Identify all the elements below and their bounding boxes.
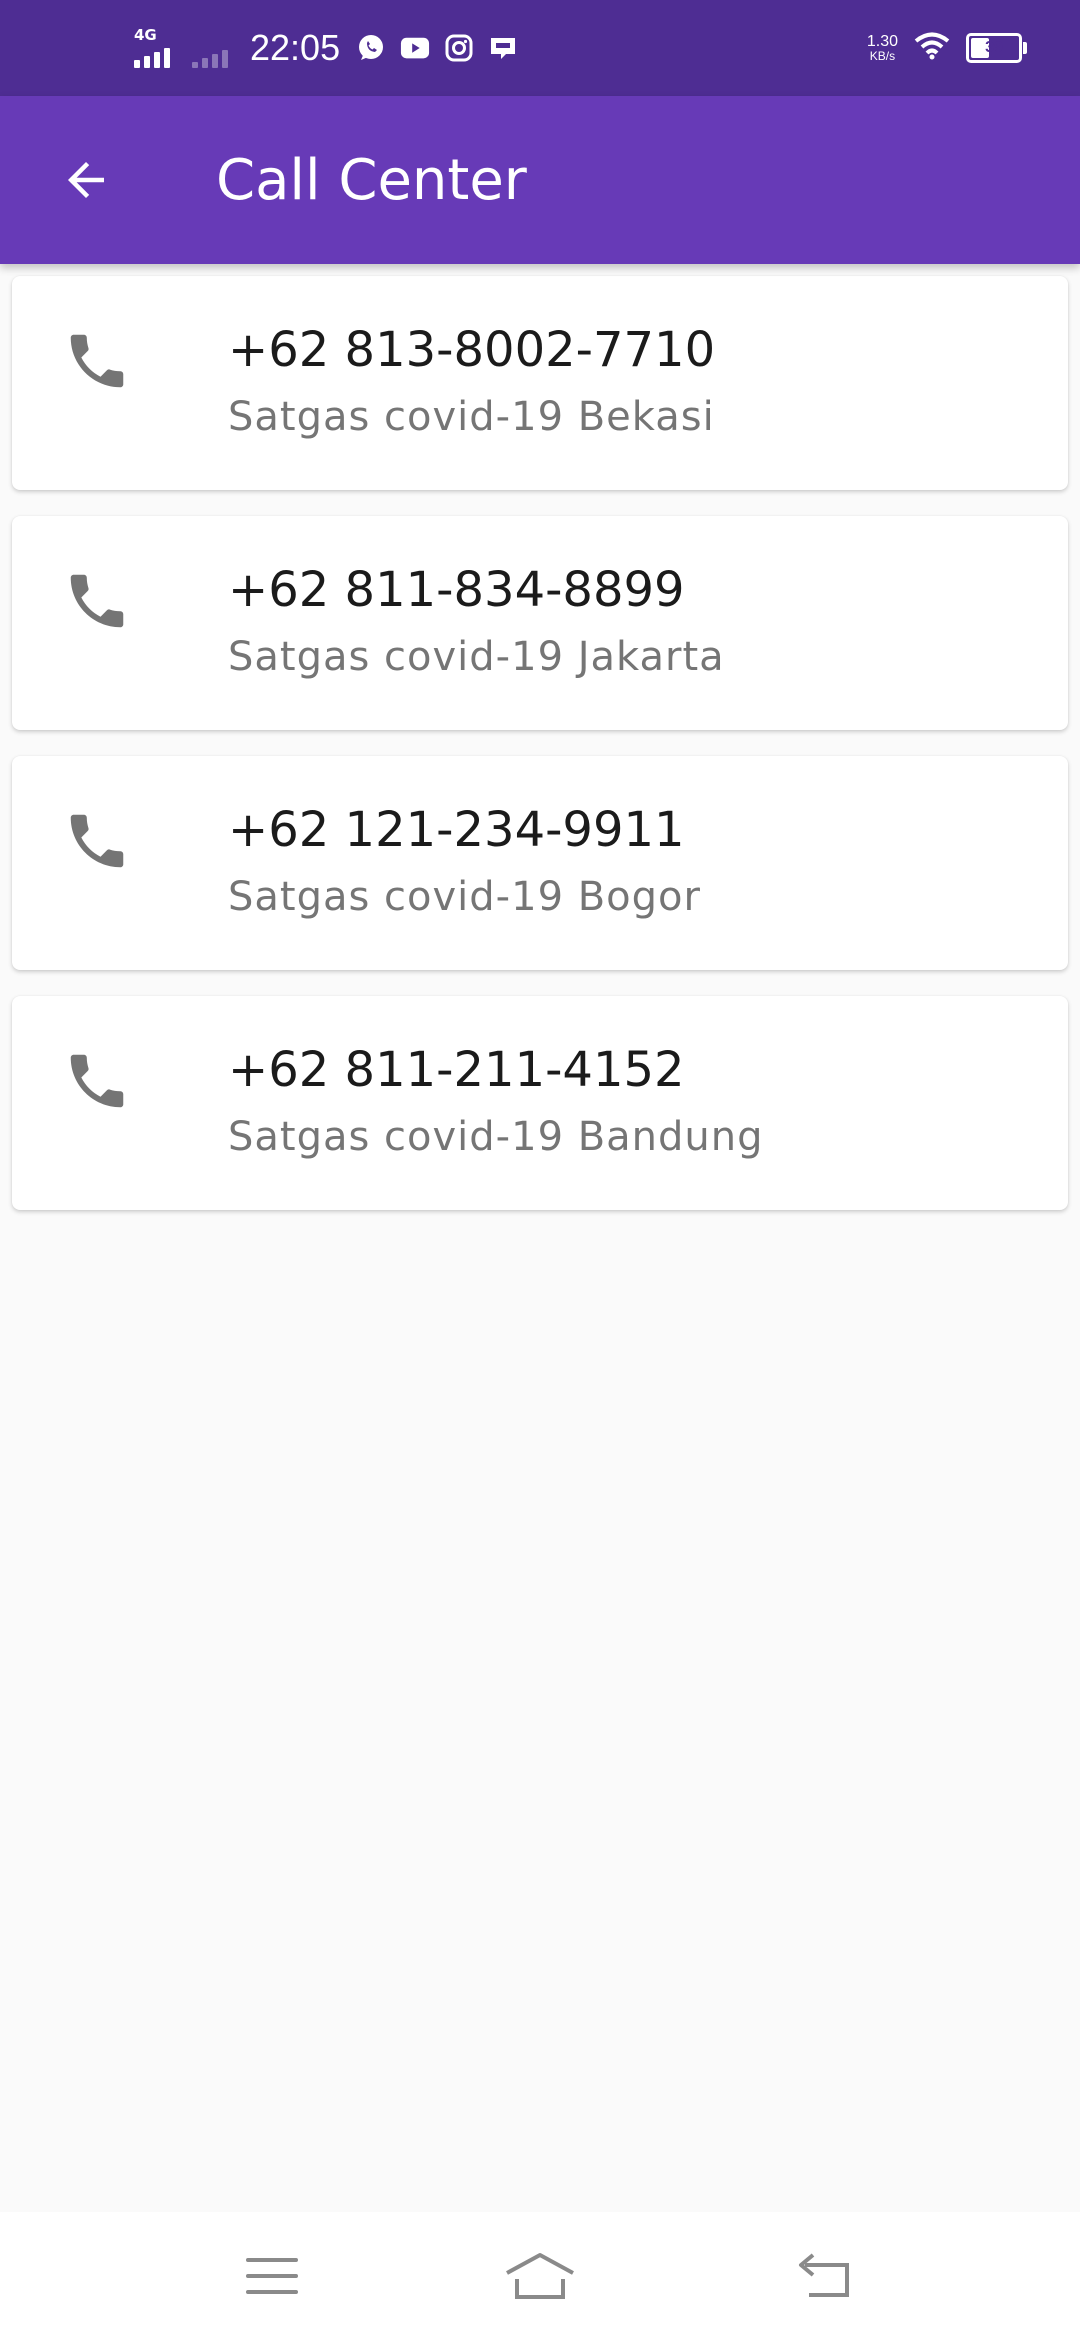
- contact-label: Satgas covid-19 Bandung: [228, 1114, 764, 1160]
- app-bar: Call Center: [0, 96, 1080, 264]
- back-icon: [799, 2253, 849, 2297]
- status-bar: 4G 22:05 1.30 KB/s 39: [0, 0, 1080, 96]
- contact-number: +62 811-834-8899: [228, 562, 685, 618]
- youtube-icon: [400, 33, 430, 63]
- contact-label: Satgas covid-19 Bekasi: [228, 394, 715, 440]
- battery-level: 39: [985, 39, 1003, 56]
- battery-icon: 39: [966, 33, 1027, 63]
- network-speed: 1.30 KB/s: [866, 32, 898, 63]
- phone-icon: [70, 334, 124, 388]
- line-icon: [488, 33, 518, 63]
- page-title: Call Center: [216, 147, 527, 213]
- phone-icon: [70, 574, 124, 628]
- status-right: 1.30 KB/s 39: [866, 0, 1027, 96]
- contact-label: Satgas covid-19 Bogor: [228, 874, 701, 920]
- network-speed-value: 1.30: [866, 32, 898, 50]
- network-type: 4G: [134, 26, 157, 44]
- network-speed-unit: KB/s: [869, 48, 896, 63]
- status-left: 4G 22:05: [134, 0, 532, 96]
- contact-card[interactable]: +62 121-234-9911 Satgas covid-19 Bogor: [12, 756, 1068, 970]
- back-button[interactable]: [42, 136, 130, 224]
- instagram-icon: [444, 33, 474, 63]
- system-nav-bar: [0, 2212, 1080, 2340]
- call-center-list: +62 813-8002-7710 Satgas covid-19 Bekasi…: [12, 276, 1068, 1236]
- menu-button[interactable]: [232, 2236, 312, 2316]
- whatsapp-icon: [356, 33, 386, 63]
- menu-icon: [246, 2258, 298, 2294]
- phone-icon: [70, 1054, 124, 1108]
- contact-card[interactable]: +62 811-834-8899 Satgas covid-19 Jakarta: [12, 516, 1068, 730]
- wifi-icon: [914, 32, 950, 64]
- screen: 4G 22:05 1.30 KB/s 39 Call Center +62 81…: [0, 0, 1080, 2340]
- signal-strength-icon: 4G: [134, 28, 170, 68]
- home-button[interactable]: [500, 2236, 580, 2316]
- home-icon: [506, 2253, 574, 2299]
- contact-number: +62 121-234-9911: [228, 802, 685, 858]
- back-nav-button[interactable]: [784, 2236, 864, 2316]
- contact-card[interactable]: +62 813-8002-7710 Satgas covid-19 Bekasi: [12, 276, 1068, 490]
- clock: 22:05: [250, 27, 341, 68]
- contact-number: +62 811-211-4152: [228, 1042, 685, 1098]
- phone-icon: [70, 814, 124, 868]
- contact-card[interactable]: +62 811-211-4152 Satgas covid-19 Bandung: [12, 996, 1068, 1210]
- signal-strength-2-icon: [192, 28, 228, 68]
- contact-number: +62 813-8002-7710: [228, 322, 716, 378]
- contact-label: Satgas covid-19 Jakarta: [228, 634, 725, 680]
- arrow-back-icon: [68, 162, 104, 198]
